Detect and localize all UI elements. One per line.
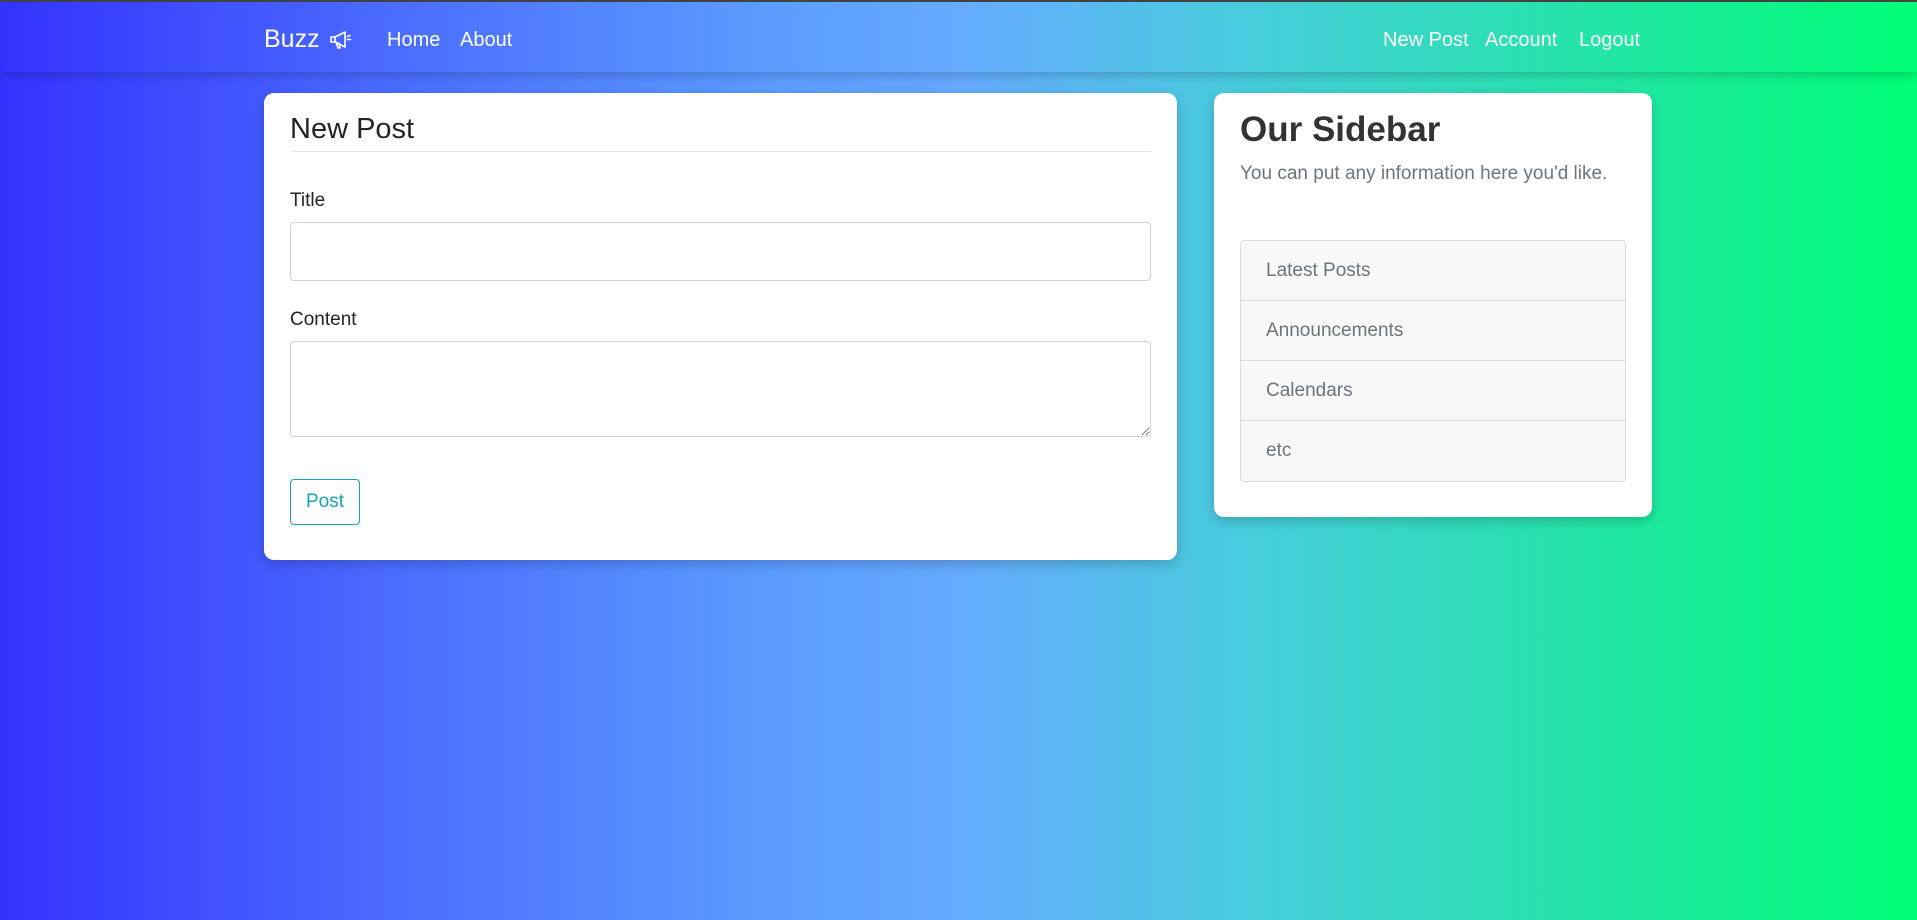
sidebar-title: Our Sidebar: [1240, 110, 1441, 149]
heading-divider: [290, 151, 1151, 152]
nav-link-new-post[interactable]: New Post: [1383, 26, 1469, 54]
new-post-heading: New Post: [290, 113, 415, 145]
top-navbar: Buzz Home About New Post Account Logout: [0, 2, 1917, 72]
title-label: Title: [290, 190, 326, 211]
brand-name: Buzz: [264, 24, 320, 53]
megaphone-icon: [329, 31, 351, 49]
sidebar-item-announcements[interactable]: Announcements: [1241, 301, 1625, 361]
content-textarea[interactable]: [290, 341, 1151, 437]
nav-link-account[interactable]: Account: [1485, 26, 1557, 54]
title-input[interactable]: [290, 222, 1151, 281]
nav-link-about[interactable]: About: [460, 26, 512, 54]
sidebar-card: Our Sidebar You can put any information …: [1214, 93, 1652, 517]
new-post-card: New Post Title Content Post: [264, 93, 1177, 560]
sidebar-list: Latest Posts Announcements Calendars etc: [1240, 240, 1626, 482]
nav-link-logout[interactable]: Logout: [1579, 26, 1640, 54]
sidebar-item-latest-posts[interactable]: Latest Posts: [1241, 241, 1625, 301]
sidebar-description: You can put any information here you'd l…: [1240, 163, 1608, 184]
nav-link-home[interactable]: Home: [387, 26, 440, 54]
content-label: Content: [290, 309, 357, 330]
post-submit-button[interactable]: Post: [290, 479, 360, 525]
brand-link[interactable]: Buzz: [264, 22, 352, 56]
sidebar-item-etc[interactable]: etc: [1241, 421, 1625, 481]
sidebar-item-calendars[interactable]: Calendars: [1241, 361, 1625, 421]
